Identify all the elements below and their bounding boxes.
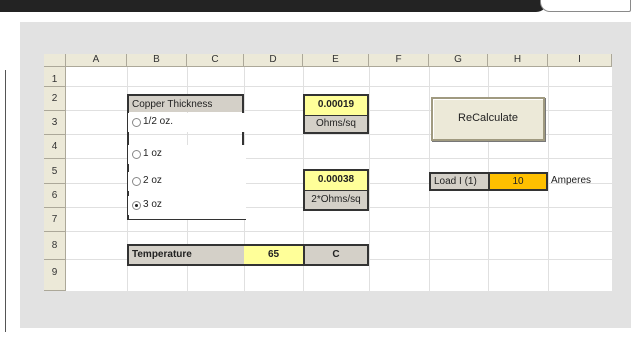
top-banner <box>0 0 631 14</box>
radio-label: 2 oz <box>143 175 162 186</box>
radio-2-oz[interactable]: 2 oz <box>128 172 246 191</box>
corner-cell[interactable] <box>44 54 66 67</box>
col-header-g[interactable]: G <box>429 54 488 67</box>
col-header-h[interactable]: H <box>488 54 548 67</box>
row-header-8[interactable]: 8 <box>44 232 66 260</box>
gridline <box>548 67 549 291</box>
copper-thickness-title: Copper Thickness <box>132 99 213 110</box>
col-header-b[interactable]: B <box>127 54 187 67</box>
radio-label: 1 oz <box>143 148 162 159</box>
radio-label: 3 oz <box>143 199 162 210</box>
top-banner-dark <box>0 0 548 12</box>
radio-half-oz[interactable]: 1/2 oz. <box>128 113 246 132</box>
temperature-label: Temperature <box>127 244 244 266</box>
row-header-4[interactable]: 4 <box>44 135 66 159</box>
recalculate-button[interactable]: ReCalculate <box>431 97 545 141</box>
gridline <box>66 86 612 87</box>
radio-button-icon[interactable] <box>132 118 141 127</box>
radio-3-oz[interactable]: 3 oz <box>128 196 246 215</box>
col-header-f[interactable]: F <box>369 54 429 67</box>
radio-button-selected-icon[interactable] <box>132 201 141 210</box>
resistance-value-1[interactable]: 0.00019 <box>303 94 369 116</box>
radio-button-icon[interactable] <box>132 177 141 186</box>
row-header-7[interactable]: 7 <box>44 208 66 232</box>
gridline <box>369 67 370 291</box>
temperature-input[interactable]: 65 <box>244 244 303 266</box>
load-unit: Amperes <box>551 175 592 186</box>
resistance-value-2[interactable]: 0.00038 <box>303 169 369 191</box>
load-label: Load I (1) <box>429 172 488 191</box>
resistance-unit-1: Ohms/sq <box>303 116 369 134</box>
col-header-i[interactable]: I <box>548 54 612 67</box>
radio-1-oz[interactable]: 1 oz <box>128 145 246 164</box>
row-header-5[interactable]: 5 <box>44 159 66 184</box>
radio-button-icon[interactable] <box>132 150 141 159</box>
gridline <box>66 231 612 232</box>
col-header-c[interactable]: C <box>187 54 244 67</box>
col-header-d[interactable]: D <box>244 54 303 67</box>
resistance-unit-2: 2*Ohms/sq <box>303 191 369 211</box>
col-header-a[interactable]: A <box>66 54 127 67</box>
row-header-6[interactable]: 6 <box>44 184 66 208</box>
top-banner-tab <box>540 0 631 12</box>
row-header-3[interactable]: 3 <box>44 111 66 135</box>
row-header-2[interactable]: 2 <box>44 87 66 111</box>
left-margin-rule <box>5 70 6 332</box>
row-header-1[interactable]: 1 <box>44 67 66 87</box>
temperature-unit: C <box>303 244 369 266</box>
radio-label: 1/2 oz. <box>143 116 174 127</box>
col-header-e[interactable]: E <box>303 54 369 67</box>
spreadsheet: A B C D E F G H I 1 2 3 4 5 6 7 8 9 Copp… <box>44 54 612 291</box>
load-input[interactable]: 10 <box>488 172 548 191</box>
row-header-9[interactable]: 9 <box>44 260 66 291</box>
copper-thickness-header: Copper Thickness <box>127 94 244 112</box>
